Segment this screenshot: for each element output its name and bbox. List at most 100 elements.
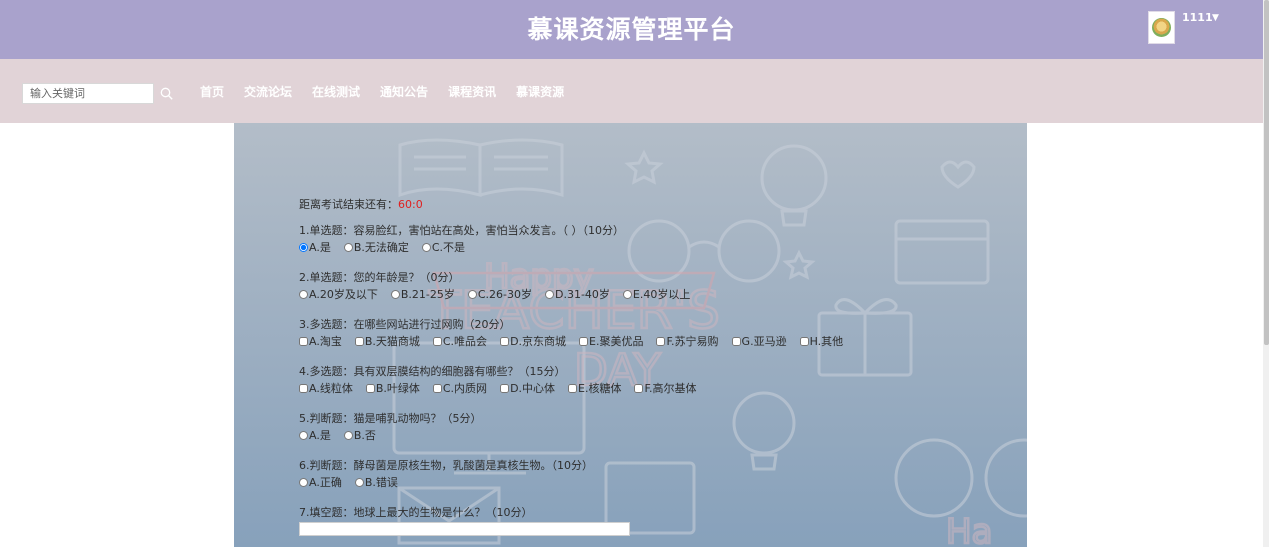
question-3: 3.多选题：在哪些网站进行过网购（20分） A.淘宝 B.天猫商城 C.唯品会 … [299,317,856,349]
nav-item-online-test[interactable]: 在线测试 [312,83,360,100]
checkbox[interactable] [568,383,578,393]
checkbox[interactable] [500,336,510,346]
question-options: A.正确 B.错误 [299,474,856,490]
option-d[interactable]: D.中心体 [500,380,555,396]
question-2: 2.单选题：您的年龄是？（0分） A.20岁及以下 B.21-25岁 C.26-… [299,270,856,302]
scrollbar-thumb[interactable] [1264,0,1269,345]
site-title: 慕课资源管理平台 [527,15,736,44]
radio-button[interactable] [354,477,364,487]
user-avatar[interactable] [1148,11,1175,44]
option-label: C.26-30岁 [477,288,532,301]
checkbox[interactable] [656,336,666,346]
option-label: D.31-40岁 [554,288,610,301]
question-title: 3.多选题：在哪些网站进行过网购（20分） [299,318,511,331]
nav-item-forum[interactable]: 交流论坛 [244,83,292,100]
radio-button[interactable] [299,289,308,299]
option-label: A.是 [309,241,331,254]
checkbox[interactable] [634,383,644,393]
top-header: 慕课资源管理平台 1111 ▼ [0,0,1263,59]
option-c[interactable]: C.不是 [421,239,466,255]
option-label: C.不是 [431,241,466,254]
option-a[interactable]: A.淘宝 [299,333,342,349]
search-icon[interactable] [160,87,173,100]
option-label: B.天猫商城 [364,335,420,348]
option-d[interactable]: D.31-40岁 [544,286,610,302]
question-7: 7.填空题：地球上最大的生物是什么？（10分） [299,505,856,536]
checkbox[interactable] [432,383,442,393]
chevron-down-icon[interactable]: ▼ [1212,13,1219,23]
question-6: 6.判断题：酵母菌是原核生物，乳酸菌是真核生物。（10分） A.正确 B.错误 [299,458,856,490]
radio-button[interactable] [299,477,308,487]
radio-button[interactable] [343,430,353,440]
option-e[interactable]: E.聚美优品 [579,333,643,349]
checkbox[interactable] [579,336,589,346]
option-b[interactable]: B.21-25岁 [390,286,455,302]
option-label: A.正确 [309,476,342,489]
exam-panel: TEACHER'S DAY Happy Ha 距离考试结束还有：60:0 1.单… [234,123,1027,547]
option-label: G.亚马逊 [741,335,787,348]
nav-item-notices[interactable]: 通知公告 [380,83,428,100]
option-label: B.叶绿体 [375,382,420,395]
radio-button[interactable] [343,242,353,252]
option-a[interactable]: A.正确 [299,474,342,490]
option-g[interactable]: G.亚马逊 [731,333,787,349]
option-d[interactable]: D.京东商城 [500,333,566,349]
checkbox[interactable] [799,336,809,346]
radio-button[interactable] [299,430,308,440]
radio-button[interactable] [421,242,431,252]
option-f[interactable]: F.高尔基体 [634,380,697,396]
option-b[interactable]: B.天猫商城 [354,333,420,349]
radio-button[interactable] [467,289,477,299]
exam-content: 距离考试结束还有：60:0 1.单选题：容易脸红，害怕站在高处，害怕当众发言。（… [299,196,856,547]
countdown-label: 距离考试结束还有： [299,198,398,211]
radio-button[interactable] [544,289,554,299]
option-h[interactable]: H.其他 [799,333,843,349]
option-b[interactable]: B.无法确定 [343,239,409,255]
option-c[interactable]: C.26-30岁 [467,286,532,302]
nav-menu: 首页 交流论坛 在线测试 通知公告 课程资讯 慕课资源 [190,83,574,100]
username[interactable]: 1111 [1182,11,1213,24]
checkbox[interactable] [731,336,741,346]
option-a[interactable]: A.是 [299,239,331,255]
option-e[interactable]: E.40岁以上 [622,286,691,302]
question-title: 1.单选题：容易脸红，害怕站在高处，害怕当众发言。（ ）（10分） [299,224,624,237]
option-label: E.40岁以上 [632,288,691,301]
radio-button[interactable] [622,289,632,299]
checkbox[interactable] [299,383,308,393]
option-c[interactable]: C.唯品会 [432,333,488,349]
option-a[interactable]: A.线粒体 [299,380,353,396]
option-f[interactable]: F.苏宁易购 [656,333,719,349]
question-title: 2.单选题：您的年龄是？（0分） [299,271,460,284]
question-4: 4.多选题：具有双层膜结构的细胞器有哪些？（15分） A.线粒体 B.叶绿体 C… [299,364,856,396]
countdown: 距离考试结束还有：60:0 [299,196,856,211]
answer-input[interactable] [299,522,630,536]
checkbox[interactable] [500,383,510,393]
option-label: A.是 [309,429,331,442]
search-input[interactable] [22,83,154,104]
nav-item-mooc-resources[interactable]: 慕课资源 [516,83,564,100]
option-c[interactable]: C.内质网 [432,380,487,396]
question-options: A.是 B.否 [299,427,856,443]
option-label: E.聚美优品 [589,335,644,348]
option-label: D.京东商城 [510,335,567,348]
option-a[interactable]: A.是 [299,427,331,443]
option-label: C.唯品会 [442,335,488,348]
radio-button[interactable] [299,242,308,252]
option-e[interactable]: E.核糖体 [568,380,621,396]
option-label: B.错误 [364,476,398,489]
option-b[interactable]: B.叶绿体 [365,380,420,396]
radio-button[interactable] [390,289,400,299]
question-options: A.20岁及以下 B.21-25岁 C.26-30岁 D.31-40岁 E.40… [299,286,856,302]
option-label: B.21-25岁 [400,288,455,301]
checkbox[interactable] [299,336,308,346]
countdown-value: 60:0 [398,198,423,211]
option-b[interactable]: B.否 [343,427,376,443]
nav-item-home[interactable]: 首页 [200,83,224,100]
nav-item-course-news[interactable]: 课程资讯 [448,83,496,100]
option-label: D.中心体 [510,382,556,395]
checkbox[interactable] [432,336,442,346]
option-b[interactable]: B.错误 [354,474,398,490]
checkbox[interactable] [365,383,375,393]
checkbox[interactable] [354,336,364,346]
option-a[interactable]: A.20岁及以下 [299,286,378,302]
